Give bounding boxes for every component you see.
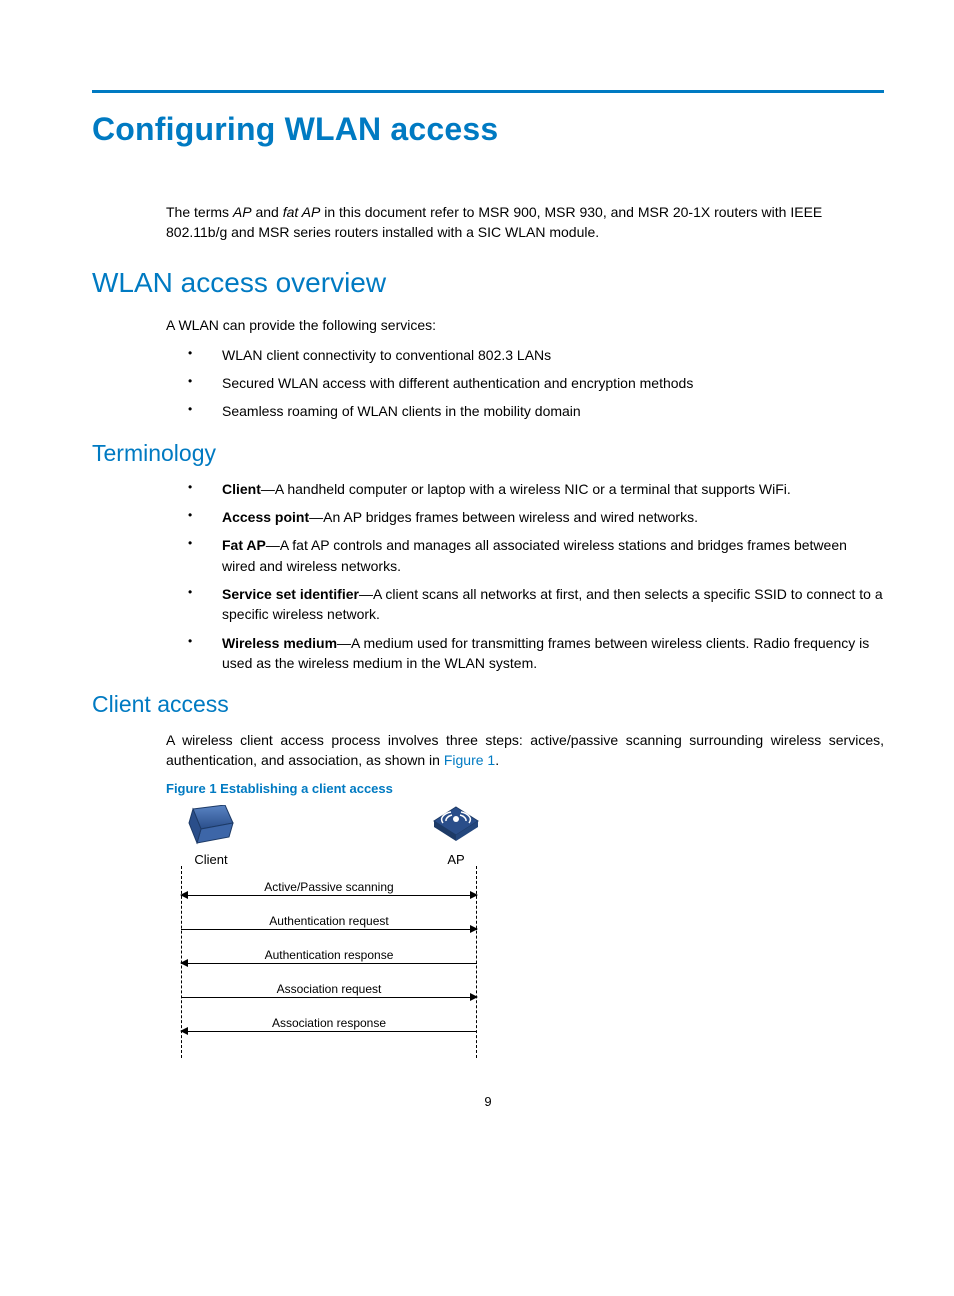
seq-msg-text: Authentication request [269, 914, 388, 928]
top-rule [92, 90, 884, 93]
list-item: WLAN client connectivity to conventional… [166, 345, 884, 365]
list-item: Client—A handheld computer or laptop wit… [166, 479, 884, 499]
term-desc: —A fat AP controls and manages all assoc… [222, 537, 847, 573]
term-name: Wireless medium [222, 635, 337, 651]
term-desc: —An AP bridges frames between wireless a… [309, 509, 698, 525]
term-name: Client [222, 481, 261, 497]
figure-client-label: Client [166, 852, 256, 867]
arrow-left-icon [180, 891, 188, 899]
intro-paragraph: The terms AP and fat AP in this document… [166, 202, 884, 243]
term-name: Access point [222, 509, 309, 525]
arrow-right-icon [470, 993, 478, 1001]
arrow-left-icon [180, 1027, 188, 1035]
list-item: Secured WLAN access with different authe… [166, 373, 884, 393]
figure-ap-label: AP [411, 852, 501, 867]
seq-msg-text: Association response [272, 1016, 386, 1030]
client-access-post: . [495, 752, 499, 768]
section-heading-terminology: Terminology [92, 440, 884, 467]
figure-1: Client AP [166, 806, 884, 1058]
page-number: 9 [92, 1094, 884, 1109]
arrow-right-icon [470, 925, 478, 933]
figure-caption: Figure 1 Establishing a client access [166, 781, 884, 796]
figure-client-icon-col: Client [166, 805, 256, 867]
intro-em1: AP [233, 204, 252, 220]
arrow-left-icon [180, 959, 188, 967]
overview-list: WLAN client connectivity to conventional… [166, 345, 884, 422]
term-name: Service set identifier [222, 586, 359, 602]
seq-msg: Authentication request [181, 900, 477, 934]
term-name: Fat AP [222, 537, 266, 553]
access-point-icon [432, 805, 480, 845]
overview-lead: A WLAN can provide the following service… [166, 315, 884, 335]
term-desc: —A handheld computer or laptop with a wi… [261, 481, 791, 497]
seq-msg: Active/Passive scanning [181, 866, 477, 900]
arrow-right-icon [470, 891, 478, 899]
section-heading-client-access: Client access [92, 691, 884, 718]
seq-msg: Authentication response [181, 934, 477, 968]
page-title: Configuring WLAN access [92, 111, 884, 148]
figure-ap-icon-col: AP [411, 805, 501, 867]
seq-msg-text: Authentication response [265, 948, 394, 962]
seq-msg: Association response [181, 1002, 477, 1036]
list-item: Seamless roaming of WLAN clients in the … [166, 401, 884, 421]
list-item: Fat AP—A fat AP controls and manages all… [166, 535, 884, 576]
section-heading-overview: WLAN access overview [92, 267, 884, 299]
seq-msg: Association request [181, 968, 477, 1002]
list-item: Wireless medium—A medium used for transm… [166, 633, 884, 674]
client-access-paragraph: A wireless client access process involve… [166, 730, 884, 771]
terminology-list: Client—A handheld computer or laptop wit… [166, 479, 884, 673]
client-access-pre: A wireless client access process involve… [166, 732, 884, 768]
sequence-diagram: Active/Passive scanning Authentication r… [181, 866, 477, 1058]
seq-msg-text: Association request [277, 982, 382, 996]
seq-msg-text: Active/Passive scanning [264, 880, 393, 894]
intro-p1: The terms [166, 204, 233, 220]
intro-p2: and [252, 204, 283, 220]
figure-link[interactable]: Figure 1 [444, 752, 495, 768]
list-item: Access point—An AP bridges frames betwee… [166, 507, 884, 527]
list-item: Service set identifier—A client scans al… [166, 584, 884, 625]
intro-em2: fat AP [283, 204, 321, 220]
laptop-icon [185, 805, 237, 845]
